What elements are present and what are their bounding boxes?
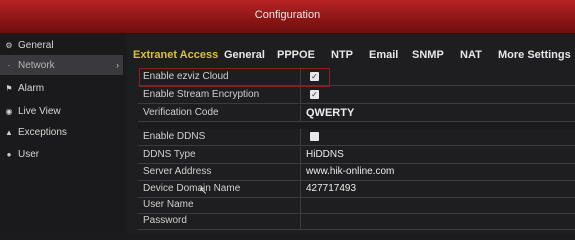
sidebar-item-user[interactable]: ● User [0, 144, 123, 164]
verification-code-field[interactable]: QWERTY [306, 107, 354, 119]
chevron-right-icon: › [116, 60, 119, 70]
field-label: Enable DDNS [143, 131, 206, 142]
warning-icon: ▲ [5, 127, 13, 137]
divider [300, 105, 301, 121]
sidebar-item-network[interactable]: · Network › [0, 55, 123, 75]
row-verification-code: Verification Code QWERTY [138, 105, 575, 122]
alarm-icon: ⚑ [5, 83, 13, 93]
field-label: Verification Code [143, 107, 219, 118]
field-label: Enable Stream Encryption [143, 89, 260, 100]
row-user-name: User Name [138, 197, 575, 214]
tab-general[interactable]: General [224, 49, 265, 61]
tab-more-settings[interactable]: More Settings [498, 49, 571, 61]
config-panel: Extranet Access General PPPOE NTP Email … [127, 34, 575, 234]
sidebar-item-alarm[interactable]: ⚑ Alarm [0, 78, 123, 98]
tab-pppoe[interactable]: PPPOE [277, 49, 315, 61]
row-server-address: Server Address www.hik-online.com [138, 164, 575, 181]
sidebar-item-general[interactable]: ⚙ General [0, 35, 123, 55]
gear-icon: ⚙ [5, 40, 13, 50]
sidebar-item-label: User [18, 148, 40, 160]
sidebar-item-label: Network [18, 59, 55, 71]
field-label: Password [143, 215, 187, 226]
enable-encryption-checkbox[interactable]: ✓ [310, 90, 319, 99]
divider [300, 213, 301, 229]
row-password: Password [138, 213, 575, 230]
server-address-field[interactable]: www.hik-online.com [306, 166, 394, 177]
sidebar-item-label: General [18, 39, 54, 51]
divider [300, 197, 301, 213]
network-icon: · [7, 60, 11, 70]
mouse-cursor-icon: ↖ [199, 186, 208, 197]
sidebar-item-label: Live View [18, 105, 61, 117]
row-enable-encryption: Enable Stream Encryption ✓ [138, 87, 575, 104]
row-enable-ddns: Enable DDNS ✓ [138, 129, 575, 146]
sidebar-item-live-view[interactable]: ◉ Live View [0, 101, 123, 121]
ddns-type-select[interactable]: HiDDNS [306, 149, 344, 160]
user-icon: ● [6, 149, 12, 159]
field-label: Server Address [143, 166, 212, 177]
field-label: DDNS Type [143, 149, 196, 160]
divider [300, 147, 301, 163]
sidebar-item-label: Alarm [18, 82, 45, 94]
tab-bar: Extranet Access General PPPOE NTP Email … [127, 34, 575, 64]
tab-extranet-access[interactable]: Extranet Access [133, 49, 218, 61]
divider [300, 181, 301, 197]
tab-ntp[interactable]: NTP [331, 49, 353, 61]
highlight-box [139, 68, 330, 87]
eye-icon: ◉ [5, 106, 13, 116]
field-label: Device Domain Name [143, 183, 241, 194]
device-domain-field[interactable]: 427717493 [306, 183, 356, 194]
row-ddns-type: DDNS Type HiDDNS [138, 147, 575, 164]
window-title: Configuration [254, 9, 321, 21]
enable-ddns-checkbox[interactable]: ✓ [310, 132, 319, 141]
title-bar: Configuration [0, 0, 575, 34]
sidebar-item-exceptions[interactable]: ▲ Exceptions [0, 122, 123, 142]
divider [300, 87, 301, 103]
section-gap [138, 123, 575, 129]
divider [300, 129, 301, 145]
field-label: User Name [143, 199, 194, 210]
tab-snmp[interactable]: SNMP [412, 49, 444, 61]
tab-nat[interactable]: NAT [460, 49, 482, 61]
sidebar: ⚙ General · Network › ⚑ Alarm ◉ Live Vie… [0, 34, 125, 234]
tab-email[interactable]: Email [369, 49, 398, 61]
sidebar-item-label: Exceptions [18, 126, 67, 138]
divider [300, 164, 301, 180]
